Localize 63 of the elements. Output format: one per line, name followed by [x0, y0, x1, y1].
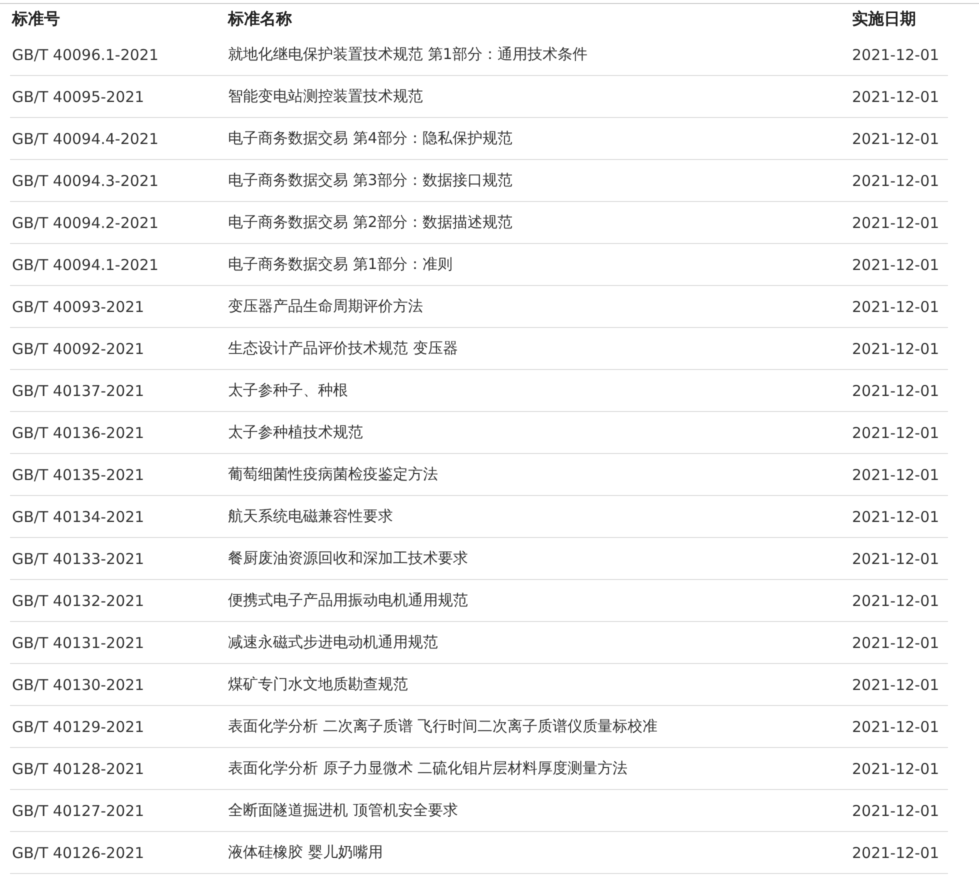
table-cell-text: 2021-12-01: [851, 508, 940, 526]
table-cell-text: 2021-12-01: [851, 676, 940, 694]
table-cell-text: GB/T 40096.1-2021: [11, 46, 159, 64]
table-cell-text: GB/T 40094.2-2021: [11, 214, 159, 232]
table-cell-text: GB/T 40093-2021: [11, 298, 144, 316]
table-cell-text: 电子商务数据交易 第2部分：数据描述规范: [227, 213, 512, 232]
table-cell-text: 葡萄细菌性疫病菌检疫鉴定方法: [227, 465, 438, 484]
table-cell-text: 2021-12-01: [851, 88, 940, 106]
table-cell-text: 电子商务数据交易 第4部分：隐私保护规范: [227, 129, 512, 148]
table-cell-text: 2021-12-01: [851, 382, 940, 400]
table-cell-text: 2021-12-01: [851, 46, 940, 64]
table-cell-text: 电子商务数据交易 第1部分：准则: [227, 255, 452, 274]
table-cell-text: 变压器产品生命周期评价方法: [227, 297, 423, 316]
table-cell-text: 2021-12-01: [851, 256, 940, 274]
table-cell-text: 表面化学分析 二次离子质谱 飞行时间二次离子质谱仪质量标校准: [227, 717, 658, 736]
table-cell-text: GB/T 40095-2021: [11, 88, 144, 106]
table-cell-text: GB/T 40126-2021: [11, 844, 144, 862]
column-header: 标准号: [10, 8, 60, 30]
table-cell-text: 就地化继电保护装置技术规范 第1部分：通用技术条件: [227, 45, 588, 64]
table-cell-text: GB/T 40094.3-2021: [11, 172, 159, 190]
table-cell-text: 餐厨废油资源回收和深加工技术要求: [227, 549, 468, 568]
table-cell-text: GB/T 40127-2021: [11, 802, 144, 820]
column-header: 实施日期: [851, 8, 916, 30]
table-cell-text: 减速永磁式步进电动机通用规范: [227, 633, 438, 652]
table-cell-text: GB/T 40137-2021: [11, 382, 144, 400]
table-cell-text: 2021-12-01: [851, 130, 940, 148]
table-cell-text: 2021-12-01: [851, 298, 940, 316]
table-cell-text: GB/T 40092-2021: [11, 340, 144, 358]
table-cell-text: 2021-12-01: [851, 466, 940, 484]
table-cell-text: 全断面隧道掘进机 顶管机安全要求: [227, 801, 458, 820]
table-cell-text: 2021-12-01: [851, 172, 940, 190]
table-cell-text: 2021-12-01: [851, 214, 940, 232]
table-cell-text: GB/T 40134-2021: [11, 508, 144, 526]
table-cell-text: 2021-12-01: [851, 340, 940, 358]
table-cell-text: 液体硅橡胶 婴儿奶嘴用: [227, 843, 383, 862]
table-cell-text: 便携式电子产品用振动电机通用规范: [227, 591, 468, 610]
table-cell-text: GB/T 40094.1-2021: [11, 256, 159, 274]
table-cell-text: GB/T 40133-2021: [11, 550, 144, 568]
table-cell-text: 煤矿专门水文地质勘查规范: [227, 675, 408, 694]
column-header: 标准名称: [226, 8, 292, 30]
table-cell-text: 航天系统电磁兼容性要求: [227, 507, 393, 526]
table-cell-text: 表面化学分析 原子力显微术 二硫化钼片层材料厚度测量方法: [227, 759, 628, 778]
table-cell-text: 2021-12-01: [851, 592, 940, 610]
table-cell-text: 2021-12-01: [851, 424, 940, 442]
table-cell-text: 2021-12-01: [851, 634, 940, 652]
table-cell-text: GB/T 40130-2021: [11, 676, 144, 694]
table-cell-text: 2021-12-01: [851, 718, 940, 736]
table-cell-text: 生态设计产品评价技术规范 变压器: [227, 339, 458, 358]
table-cell-text: GB/T 40094.4-2021: [11, 130, 159, 148]
table-cell-text: GB/T 40132-2021: [11, 592, 144, 610]
table-cell-text: 智能变电站测控装置技术规范: [227, 87, 423, 106]
table-cell-text: GB/T 40135-2021: [11, 466, 144, 484]
table-cell-text: 电子商务数据交易 第3部分：数据接口规范: [227, 171, 512, 190]
table-cell-text: 2021-12-01: [851, 760, 940, 778]
table-cell-text: GB/T 40131-2021: [11, 634, 144, 652]
table-cell-text: 太子参种子、种根: [227, 381, 348, 400]
table-cell-text: 2021-12-01: [851, 550, 940, 568]
table-cell-text: GB/T 40128-2021: [11, 760, 144, 778]
table-cell-text: 2021-12-01: [851, 844, 940, 862]
table-cell-text: 太子参种植技术规范: [227, 423, 363, 442]
table-cell-text: GB/T 40129-2021: [11, 718, 144, 736]
table-cell-text: 2021-12-01: [851, 802, 940, 820]
table-cell-text: GB/T 40136-2021: [11, 424, 144, 442]
